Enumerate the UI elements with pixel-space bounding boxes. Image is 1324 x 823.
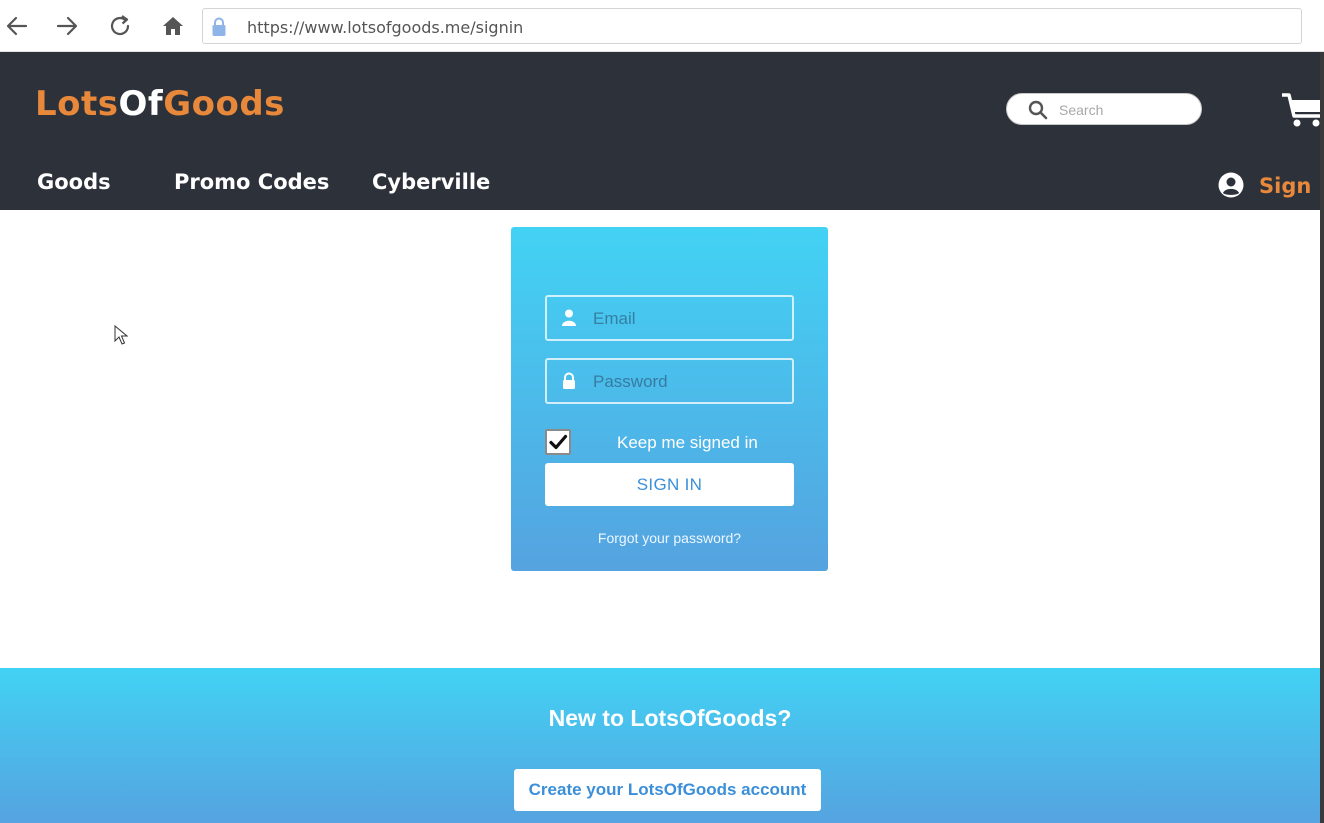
nav-cyberville[interactable]: Cyberville [372,170,490,194]
banner-title: New to LotsOfGoods? [548,705,792,731]
shopping-cart-icon[interactable] [1280,90,1324,130]
header-signin[interactable]: Sign in [1218,172,1324,200]
lock-icon [563,372,575,389]
login-card: Keep me signed in SIGN IN Forgot your pa… [511,227,828,571]
password-input[interactable] [591,368,785,396]
nav-goods[interactable]: Goods [37,170,111,194]
address-bar[interactable]: https://www.lotsofgoods.me/signin [202,8,1302,44]
create-account-button[interactable]: Create your LotsOfGoods account [514,769,821,811]
logo-part-of: Of [118,84,164,124]
forgot-password-link[interactable]: Forgot your password? [511,530,828,546]
reload-icon[interactable] [106,12,134,40]
search-input[interactable] [1057,97,1191,123]
browser-toolbar: https://www.lotsofgoods.me/signin [0,0,1324,52]
site-header: LotsOfGoods Goods Promo Codes Cyberville… [0,52,1324,210]
mouse-pointer-icon [114,325,128,345]
nav-promo-codes[interactable]: Promo Codes [174,170,329,194]
logo-part-goods: Goods [163,84,285,124]
signin-button[interactable]: SIGN IN [545,463,794,506]
site-logo[interactable]: LotsOfGoods [35,84,285,124]
signup-banner: New to LotsOfGoods? Create your LotsOfGo… [0,668,1320,823]
window-edge [1320,52,1324,823]
keep-signed-in-label: Keep me signed in [617,433,758,452]
keep-signed-in-checkbox[interactable] [545,429,571,455]
search-icon[interactable] [1027,99,1049,121]
back-arrow-icon[interactable] [3,12,31,40]
lock-icon [212,17,226,36]
forward-arrow-icon[interactable] [53,12,81,40]
user-circle-icon [1218,172,1244,198]
user-icon [562,309,576,326]
password-field[interactable] [545,358,794,404]
logo-part-lots: Lots [35,84,119,124]
email-input[interactable] [591,305,785,333]
checkmark-icon [549,434,568,450]
email-field[interactable] [545,295,794,341]
url-text: https://www.lotsofgoods.me/signin [247,18,524,37]
home-icon[interactable] [159,12,187,40]
search-box[interactable] [1006,93,1202,125]
signin-link[interactable]: Sign in [1259,174,1324,198]
